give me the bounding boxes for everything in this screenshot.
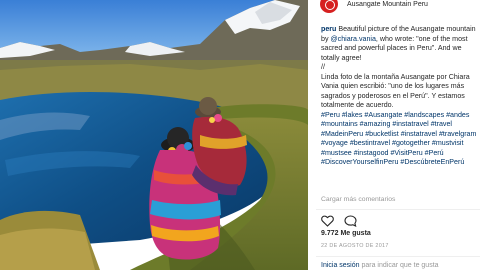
hashtag-link[interactable]: #travel — [431, 120, 452, 128]
login-prompt-text: para indicar que te gusta — [359, 262, 439, 269]
divider — [316, 256, 480, 257]
login-prompt: Inicia sesión para indicar que te gusta — [321, 262, 439, 269]
hashtag-link[interactable]: #mustvisit — [432, 139, 464, 147]
login-link[interactable]: Inicia sesión — [321, 262, 360, 269]
comment-icon[interactable] — [344, 214, 357, 227]
hashtag-link[interactable]: #bestintravel — [350, 139, 390, 147]
post-actions — [321, 214, 357, 227]
hashtag-link[interactable]: #landscapes — [404, 111, 444, 119]
like-count[interactable]: 9.772 Me gusta — [321, 230, 371, 237]
hashtag-list: #Peru #lakes #Ausangate #landscapes #and… — [321, 111, 477, 168]
post-photo[interactable] — [0, 0, 308, 270]
caption-english: peru Beautiful picture of the Ausangate … — [321, 25, 477, 63]
hashtag-link[interactable]: #DiscoverYourselfinPeru — [321, 158, 398, 166]
hashtag-link[interactable]: #instagood — [354, 149, 389, 157]
load-more-comments-button[interactable]: Cargar más comentarios — [321, 196, 395, 203]
hashtag-link[interactable]: #andes — [446, 111, 469, 119]
hashtag-link[interactable]: #travelgram — [439, 130, 476, 138]
post-header: Ausangate Mountain Peru — [320, 0, 428, 13]
hashtag-link[interactable]: #mountains — [321, 120, 358, 128]
caption-separator: // — [321, 63, 325, 71]
hashtag-link[interactable]: #gotogether — [392, 139, 430, 147]
post-caption: peru Beautiful picture of the Ausangate … — [321, 25, 477, 168]
hashtag-link[interactable]: #voyage — [321, 139, 348, 147]
hashtag-link[interactable]: #Peru — [321, 111, 340, 119]
post-details-panel: Ausangate Mountain Peru peru Beautiful p… — [308, 0, 480, 270]
hashtag-link[interactable]: #bucketlist — [365, 130, 399, 138]
caption-spanish: Linda foto de la montaña Ausangate por C… — [321, 72, 470, 110]
hashtag-link[interactable]: #instatravel — [401, 130, 437, 138]
heart-icon[interactable] — [321, 214, 334, 227]
hashtag-link[interactable]: #DescúbreteEnPerú — [400, 158, 464, 166]
mention-link[interactable]: @chiara.vania — [330, 35, 375, 43]
divider — [316, 209, 480, 210]
hashtag-link[interactable]: #MadeinPeru — [321, 130, 363, 138]
hashtag-link[interactable]: #VisitPeru — [390, 149, 422, 157]
hashtag-link[interactable]: #mustsee — [321, 149, 352, 157]
hashtag-link[interactable]: #Ausangate — [364, 111, 402, 119]
hashtag-link[interactable]: #instatravel — [392, 120, 428, 128]
caption-username[interactable]: peru — [321, 25, 336, 33]
hashtag-link[interactable]: #lakes — [342, 111, 363, 119]
post-image — [0, 0, 308, 270]
location-link[interactable]: Ausangate Mountain Peru — [347, 1, 428, 8]
post-date: 22 DE AGOSTO DE 2017 — [321, 243, 389, 249]
hashtag-link[interactable]: #Perú — [425, 149, 444, 157]
hashtag-link[interactable]: #amazing — [360, 120, 391, 128]
avatar[interactable] — [320, 0, 338, 13]
